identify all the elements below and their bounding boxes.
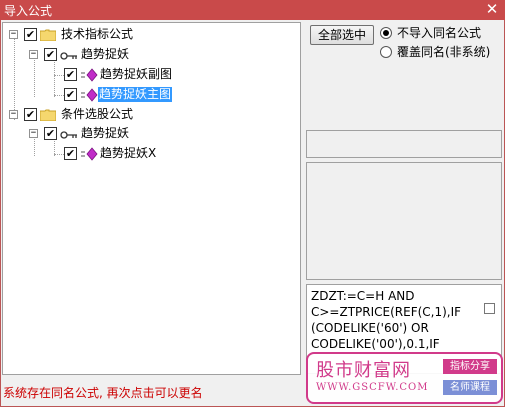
tree-connector bbox=[54, 95, 64, 96]
tree-node-label: 趋势捉妖主图 bbox=[98, 87, 173, 102]
formula-tree[interactable]: − ✔ 技术指标公式 − ✔ 趋势捉妖 ✔ 趋势捉妖副图 ✔ 趋势捉妖主图 − … bbox=[2, 22, 301, 375]
watermark-tag-share: 指标分享 bbox=[443, 359, 497, 374]
tree-checkbox[interactable]: ✔ bbox=[64, 88, 77, 101]
formula-gem-icon bbox=[81, 68, 98, 82]
tree-node-trend-main-chart[interactable]: ✔ 趋势捉妖主图 bbox=[3, 87, 203, 103]
close-icon[interactable]: ✕ bbox=[485, 1, 499, 17]
key-icon bbox=[60, 131, 77, 139]
tree-connector bbox=[54, 154, 64, 155]
code-line: ZDZT:=C=H AND bbox=[311, 289, 415, 303]
tree-checkbox[interactable]: ✔ bbox=[24, 28, 37, 41]
radio-overwrite-label: 覆盖同名(非系统) bbox=[397, 45, 491, 59]
watermark-brand: 股市财富网 bbox=[316, 360, 411, 381]
tree-node-label: 条件选股公式 bbox=[61, 107, 134, 121]
collapse-toggle[interactable]: − bbox=[29, 50, 38, 59]
watermark-logo: 股市财富网 WWW.GSCFW.COM 指标分享 名师课程 bbox=[306, 352, 503, 404]
tree-node-label: 趋势捉妖副图 bbox=[100, 67, 173, 81]
title-bar: 导入公式 ✕ bbox=[0, 0, 505, 20]
formula-description-box bbox=[306, 162, 502, 280]
tree-node-label: 趋势捉妖 bbox=[81, 47, 130, 61]
tree-checkbox[interactable]: ✔ bbox=[44, 48, 57, 61]
tree-checkbox[interactable]: ✔ bbox=[64, 147, 77, 160]
tree-node-trend-group[interactable]: − ✔ 趋势捉妖 bbox=[3, 47, 183, 63]
code-line: CODELIKE('00'),0.1,IF bbox=[311, 337, 440, 351]
watermark-tag-course: 名师课程 bbox=[443, 380, 497, 395]
tree-checkbox[interactable]: ✔ bbox=[44, 127, 57, 140]
tree-node-label: 技术指标公式 bbox=[61, 27, 134, 41]
tree-node-trend-sub-chart[interactable]: ✔ 趋势捉妖副图 bbox=[3, 67, 203, 83]
tree-node-tech-indicators[interactable]: − ✔ 技术指标公式 bbox=[3, 27, 183, 43]
tree-checkbox[interactable]: ✔ bbox=[64, 68, 77, 81]
code-line: C>=ZTPRICE(REF(C,1),IF bbox=[311, 305, 462, 319]
status-message: 系统存在同名公式, 再次点击可以更名 bbox=[3, 386, 203, 400]
window-title: 导入公式 bbox=[4, 4, 53, 18]
formula-gem-icon bbox=[81, 147, 98, 161]
tree-node-trend-group-2[interactable]: − ✔ 趋势捉妖 bbox=[3, 126, 183, 142]
tree-node-trend-x[interactable]: ✔ 趋势捉妖X bbox=[3, 146, 203, 162]
collapse-toggle[interactable]: − bbox=[9, 110, 18, 119]
radio-overwrite[interactable] bbox=[380, 46, 392, 58]
collapse-toggle[interactable]: − bbox=[9, 30, 18, 39]
tree-checkbox[interactable]: ✔ bbox=[24, 108, 37, 121]
folder-icon bbox=[40, 109, 56, 121]
tree-node-label: 趋势捉妖 bbox=[81, 126, 130, 140]
radio-no-import[interactable] bbox=[380, 27, 392, 39]
radio-no-import-label: 不导入同名公式 bbox=[397, 26, 482, 40]
key-icon bbox=[60, 52, 77, 60]
folder-icon bbox=[40, 29, 56, 41]
tree-node-label: 趋势捉妖X bbox=[100, 146, 157, 160]
code-checkbox[interactable] bbox=[484, 303, 495, 314]
watermark-url: WWW.GSCFW.COM bbox=[316, 382, 429, 393]
tree-node-stock-screening[interactable]: − ✔ 条件选股公式 bbox=[3, 107, 183, 123]
formula-gem-icon bbox=[81, 88, 98, 102]
collapse-toggle[interactable]: − bbox=[29, 129, 38, 138]
code-line: (CODELIKE('60') OR bbox=[311, 321, 429, 335]
tree-connector bbox=[54, 75, 64, 76]
select-all-button[interactable]: 全部选中 bbox=[310, 25, 374, 45]
formula-name-box bbox=[306, 130, 502, 158]
